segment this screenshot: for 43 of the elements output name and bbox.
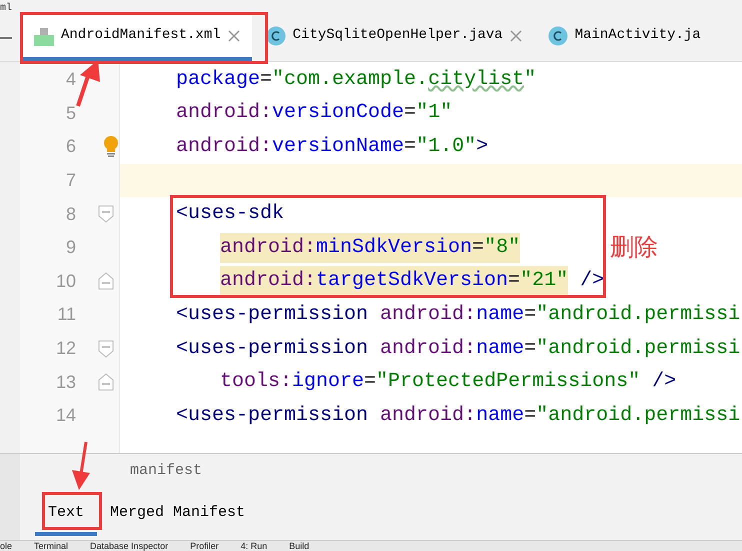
code-line: <uses-permission android:name="android.permissi — [176, 302, 740, 328]
line-number: 8 — [66, 202, 76, 226]
tool-window-button[interactable]: Terminal — [34, 541, 68, 551]
fold-icon[interactable] — [98, 373, 114, 392]
line-number: 12 — [56, 337, 76, 360]
minimize-icon[interactable] — [0, 36, 12, 40]
code-line: <uses-permission android:name="android.permissi — [176, 336, 740, 362]
class-file-icon — [266, 26, 286, 46]
code-line: <uses-sdk — [176, 201, 284, 228]
line-number: 7 — [66, 169, 76, 192]
line-number: 13 — [56, 370, 76, 394]
line-number: 14 — [56, 404, 76, 428]
fold-icon[interactable] — [98, 272, 114, 290]
code-line: tools:ignore="ProtectedPermissions" /> — [219, 369, 676, 396]
line-number: 10 — [56, 270, 76, 293]
breadcrumb[interactable]: manifest — [130, 460, 202, 482]
tool-window-button[interactable]: Profiler — [190, 541, 219, 551]
tool-window-button[interactable]: Build — [289, 541, 310, 551]
file-tab[interactable]: AndroidManifest.xml — [20, 14, 252, 61]
lightbulb-icon[interactable] — [103, 136, 119, 158]
code-line: android:versionName="1.0"> — [176, 134, 488, 160]
annotation-note: 删除 — [610, 233, 658, 263]
fold-icon[interactable] — [98, 340, 114, 358]
editor-mode-tab[interactable]: Merged Manifest — [97, 494, 258, 536]
highlight-frame — [42, 492, 102, 530]
manifest-file-icon — [34, 26, 54, 46]
tool-window-button[interactable]: 4: Run — [240, 541, 268, 551]
code-line: <uses-permission android:name="android.permissi — [176, 402, 740, 429]
editor-mode-tab[interactable]: Text — [35, 494, 98, 536]
window-title: ml — [0, 3, 12, 14]
class-file-icon — [548, 26, 568, 46]
code-line: android:versionCode="1" — [176, 100, 452, 126]
code-line: package="com.example.citylist" — [176, 66, 536, 93]
tool-window-button[interactable]: ole — [0, 541, 12, 551]
line-number: 5 — [66, 102, 76, 125]
line-number: 11 — [57, 303, 76, 326]
line-number: 9 — [66, 236, 76, 260]
tool-window-button[interactable]: Database Inspector — [90, 541, 168, 551]
fold-icon[interactable] — [98, 205, 114, 224]
close-icon[interactable] — [510, 30, 522, 42]
line-number: 4 — [66, 68, 76, 92]
close-icon[interactable] — [228, 30, 240, 42]
line-number: 6 — [66, 135, 76, 158]
